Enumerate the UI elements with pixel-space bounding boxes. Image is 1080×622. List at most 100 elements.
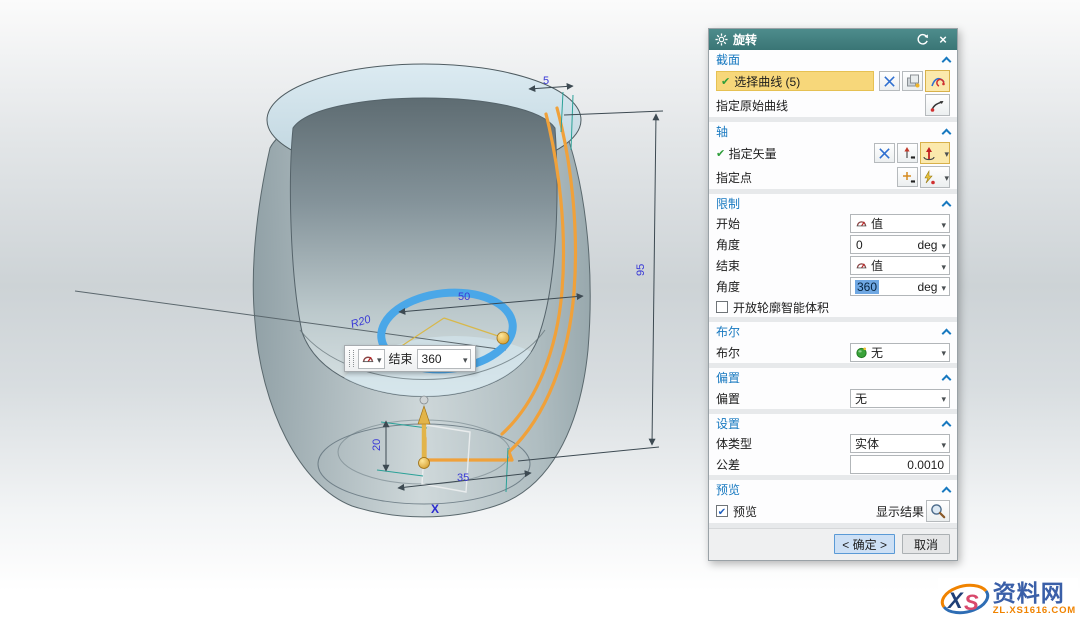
- deselect-swap-button[interactable]: [879, 71, 900, 91]
- origin-curve-row: 指定原始曲线: [709, 93, 957, 117]
- start-angle-value[interactable]: 0: [855, 238, 914, 252]
- body-type-dropdown[interactable]: 实体: [850, 434, 950, 453]
- tolerance-input[interactable]: 0.0010: [850, 455, 950, 474]
- limit-option-dropdown[interactable]: [358, 349, 385, 369]
- start-type-value: 值: [871, 215, 883, 232]
- chevron-up-icon[interactable]: [942, 128, 952, 138]
- section-header[interactable]: 截面: [709, 50, 957, 69]
- axis-group: 轴 指定矢量: [709, 122, 957, 189]
- chevron-up-icon[interactable]: [942, 420, 952, 430]
- offset-dropdown[interactable]: 无: [850, 389, 950, 408]
- chevron-up-icon[interactable]: [942, 486, 952, 496]
- dim-top-radius[interactable]: 50: [458, 291, 470, 303]
- open-profile-checkbox[interactable]: [716, 301, 728, 313]
- show-result-button[interactable]: [926, 500, 950, 522]
- boolean-dropdown[interactable]: 无: [850, 343, 950, 362]
- ok-button[interactable]: < 确定 >: [834, 534, 895, 554]
- boolean-none-icon: [855, 346, 868, 359]
- axis-header[interactable]: 轴: [709, 122, 957, 141]
- close-button[interactable]: ×: [935, 32, 951, 48]
- boolean-header[interactable]: 布尔: [709, 322, 957, 341]
- start-type-dropdown[interactable]: 值: [850, 214, 950, 233]
- origin-curve-button[interactable]: [925, 94, 950, 116]
- end-angle-input[interactable]: 360 deg: [850, 277, 950, 296]
- chevron-up-icon[interactable]: [942, 56, 952, 66]
- caret-down-icon: [941, 238, 946, 252]
- start-angle-row: 角度 0 deg: [709, 234, 957, 255]
- caret-down-icon: [463, 352, 468, 366]
- body-type-value: 实体: [855, 435, 879, 452]
- cancel-button[interactable]: 取消: [902, 534, 950, 554]
- boolean-row: 布尔 无: [709, 341, 957, 363]
- reset-button[interactable]: [914, 32, 930, 48]
- start-angle-input[interactable]: 0 deg: [850, 235, 950, 254]
- dialog-titlebar[interactable]: 旋转 ×: [709, 29, 957, 50]
- settings-group: 设置 体类型 实体 公差 0.0010: [709, 414, 957, 475]
- dim-height[interactable]: 95: [635, 264, 647, 276]
- tolerance-label: 公差: [716, 456, 740, 473]
- vector-option-dropdown[interactable]: [920, 142, 950, 164]
- revolve-dialog[interactable]: 旋转 × 截面 选择曲线 (5): [708, 28, 958, 561]
- start-label: 开始: [716, 215, 740, 232]
- caret-down-icon: [941, 437, 946, 451]
- model-vase[interactable]: [253, 64, 590, 517]
- chevron-up-icon[interactable]: [942, 328, 952, 338]
- boolean-value: 无: [871, 344, 883, 361]
- dim-base-radius[interactable]: 35: [457, 472, 469, 484]
- caret-down-icon: [941, 217, 946, 231]
- vector-icon: [921, 146, 936, 161]
- chevron-up-icon[interactable]: [942, 200, 952, 210]
- end-angle-label: 角度: [716, 278, 740, 295]
- caret-down-icon: [944, 146, 949, 160]
- limits-header[interactable]: 限制: [709, 194, 957, 213]
- point-dialog-button[interactable]: [897, 167, 918, 187]
- end-angle-value: 360: [422, 352, 442, 366]
- end-angle-value[interactable]: 360: [855, 280, 879, 294]
- settings-header-label: 设置: [716, 415, 740, 432]
- show-result-label: 显示结果: [876, 503, 924, 520]
- angle-drag-sphere[interactable]: [497, 332, 509, 344]
- preview-checkbox[interactable]: [716, 505, 728, 517]
- preview-header[interactable]: 预览: [709, 480, 957, 499]
- swap-cross-icon: [883, 75, 896, 88]
- offset-value: 无: [855, 390, 867, 407]
- dim-base-height[interactable]: 20: [371, 439, 383, 451]
- body-type-row: 体类型 实体: [709, 433, 957, 454]
- end-angle-combo[interactable]: 360: [417, 349, 471, 369]
- point-option-dropdown[interactable]: [920, 166, 950, 188]
- vector-dialog-button[interactable]: [897, 143, 918, 163]
- specify-vector-row: 指定矢量: [709, 141, 957, 165]
- logo-letter-x: X: [946, 588, 964, 613]
- axis-origin-sphere[interactable]: [420, 396, 428, 404]
- caret-down-icon: [377, 352, 382, 366]
- preview-header-label: 预览: [716, 481, 740, 498]
- boolean-header-label: 布尔: [716, 323, 740, 340]
- axis-base-sphere[interactable]: [419, 458, 430, 469]
- dialog-footer: < 确定 > 取消: [709, 528, 957, 560]
- section-header-label: 截面: [716, 51, 740, 68]
- dim-wall-thickness[interactable]: 5: [543, 75, 549, 87]
- settings-header[interactable]: 设置: [709, 414, 957, 433]
- limits-header-label: 限制: [716, 195, 740, 212]
- specify-vector-label: 指定矢量: [729, 145, 777, 162]
- end-angle-row: 角度 360 deg: [709, 276, 957, 297]
- caret-down-icon: [941, 345, 946, 359]
- chevron-up-icon[interactable]: [942, 374, 952, 384]
- value-gauge-icon: [361, 352, 375, 366]
- offset-header[interactable]: 偏置: [709, 368, 957, 387]
- drag-grip[interactable]: [349, 350, 354, 367]
- section-group: 截面 选择曲线 (5): [709, 50, 957, 117]
- selection-intent-icon: [930, 73, 946, 89]
- end-label: 结束: [716, 257, 740, 274]
- select-curve-field[interactable]: 选择曲线 (5): [716, 71, 874, 91]
- onscreen-input-toolbar[interactable]: 结束 360: [344, 345, 476, 372]
- offset-label: 偏置: [716, 390, 740, 407]
- offset-row: 偏置 无: [709, 387, 957, 409]
- limits-group: 限制 开始 值 角度 0 deg 结束: [709, 194, 957, 317]
- end-type-dropdown[interactable]: 值: [850, 256, 950, 275]
- reverse-vector-button[interactable]: [874, 143, 895, 163]
- curve-rule-button[interactable]: [902, 71, 923, 91]
- selection-intent-button[interactable]: [925, 70, 950, 92]
- check-icon: [716, 146, 725, 160]
- reset-icon: [916, 33, 929, 46]
